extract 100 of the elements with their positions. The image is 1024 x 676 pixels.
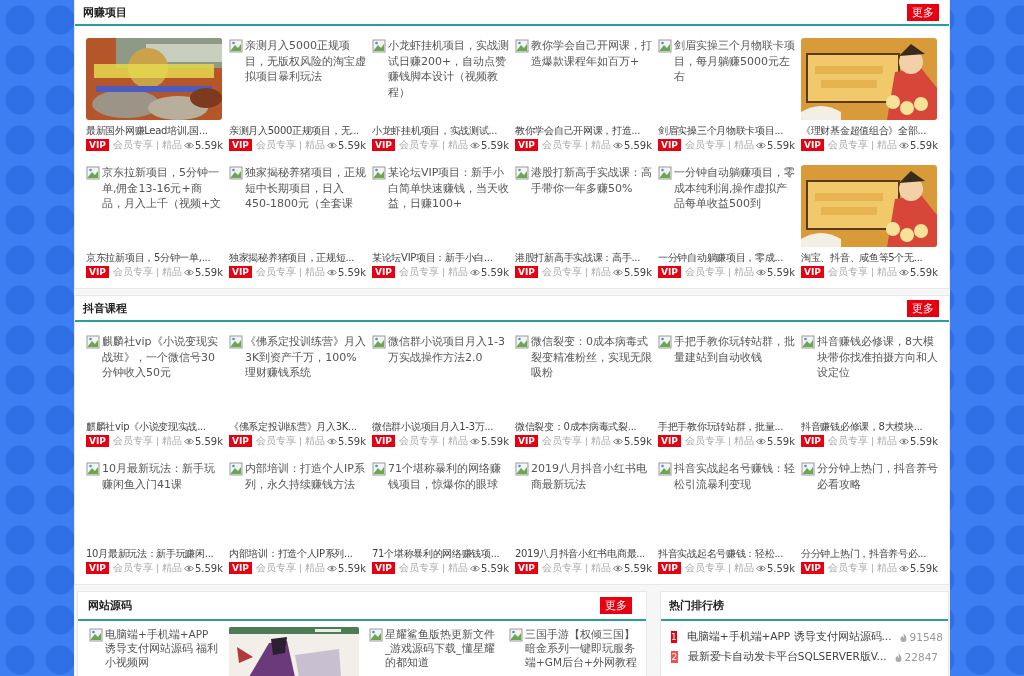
broken-image-icon xyxy=(86,166,100,180)
vip-badge: VIP xyxy=(86,266,109,278)
view-count: 5.59k xyxy=(909,435,938,447)
vip-badge: VIP xyxy=(515,435,538,447)
item-title[interactable]: 抖音赚钱必修课，8大模块... xyxy=(801,420,923,434)
item-tags: 会员专享 | 精品 xyxy=(827,138,898,152)
image-alt-text: 京东拉新项目，5分钟一单,佣金13-16元+商品，月入上千（视频+文 xyxy=(102,165,223,212)
section-title: 抖音课程 xyxy=(83,300,127,316)
broken-image-icon xyxy=(89,628,103,642)
eye-icon xyxy=(183,564,194,572)
item-title[interactable]: 71个堪称暴利的网络赚钱项... xyxy=(372,547,500,561)
view-count: 5.59k xyxy=(623,435,652,447)
item-title[interactable]: 微信群小说项目月入1-3万... xyxy=(372,420,494,434)
item-title[interactable]: 一分钟自动躺赚项目，零成... xyxy=(658,251,784,265)
vip-badge: VIP xyxy=(229,562,252,574)
broken-image-icon xyxy=(86,462,100,476)
vip-badge: VIP xyxy=(801,562,824,574)
more-button[interactable]: 更多 xyxy=(600,597,632,614)
item-title[interactable]: 2019八月抖音小红书电商最... xyxy=(515,547,645,561)
item-tags: 会员专享 | 精品 xyxy=(398,138,469,152)
vip-badge: VIP xyxy=(801,435,824,447)
item-title[interactable]: 内部培训：打造个人IP系列... xyxy=(229,547,353,561)
broken-image-icon xyxy=(801,335,815,349)
image-alt-text: 某论坛VIP项目：新手小白简单快速赚钱，当天收益，日赚100+ xyxy=(388,165,509,212)
item-tags: 会员专享 | 精品 xyxy=(255,138,326,152)
item-tags: 会员专享 | 精品 xyxy=(112,561,183,575)
item-tags: 会员专享 | 精品 xyxy=(684,265,755,279)
item-title[interactable]: 京东拉新项目，5分钟一单,... xyxy=(86,251,211,265)
broken-image-icon xyxy=(229,39,243,53)
image-alt-text: 内部培训：打造个人IP系列，永久持续赚钱方法 xyxy=(245,461,366,492)
item-title[interactable]: 最新国外网赚Lead培训,国... xyxy=(86,124,208,138)
image-alt-text: 2019八月抖音小红书电商最新玩法 xyxy=(531,461,648,492)
vip-badge: VIP xyxy=(515,139,538,151)
item-tags: 会员专享 | 精品 xyxy=(684,434,755,448)
image-alt-text: 抖音实战起名号赚钱：轻松引流暴利变现 xyxy=(674,461,795,492)
eye-icon xyxy=(612,437,623,445)
section-title: 热门排行榜 xyxy=(669,598,724,613)
vip-badge: VIP xyxy=(372,562,395,574)
eye-icon xyxy=(183,141,194,149)
item-title[interactable]: 《佛系定投训练营》月入3K... xyxy=(229,420,357,434)
vip-badge: VIP xyxy=(801,139,824,151)
image-alt-text: 分分钟上热门，抖音养号必看攻略 xyxy=(817,461,938,492)
vip-badge: VIP xyxy=(229,139,252,151)
item-title[interactable]: 剑眉实操三个月物联卡项目... xyxy=(658,124,784,138)
item-title[interactable]: 手把手教你玩转站群，批量... xyxy=(658,420,784,434)
item-title[interactable]: 分分钟上热门，抖音养号必... xyxy=(801,547,927,561)
item-tags: 会员专享 | 精品 xyxy=(398,434,469,448)
more-button[interactable]: 更多 xyxy=(907,299,939,317)
vip-badge: VIP xyxy=(515,562,538,574)
view-count: 5.59k xyxy=(909,562,938,574)
image-alt-text: 星耀鲨鱼版热更新文件_游戏源码下载_懂星耀的都知道 xyxy=(385,627,496,669)
broken-image-icon xyxy=(658,335,672,349)
item-tags: 会员专享 | 精品 xyxy=(684,138,755,152)
image-alt-text: 麒麟社vip《小说变现实战班》，一个微信号30分钟收入50元 xyxy=(102,334,219,381)
eye-icon xyxy=(612,268,623,276)
view-count: 5.59k xyxy=(337,139,366,151)
ranking-link[interactable]: 电脑端+手机端+APP 诱导支付网站源码... xyxy=(686,630,892,644)
view-count: 5.59k xyxy=(623,266,652,278)
item-tags: 会员专享 | 精品 xyxy=(398,561,469,575)
view-count: 5.59k xyxy=(909,266,938,278)
item-title[interactable]: 淘宝、抖音、咸鱼等5个无... xyxy=(801,251,923,265)
view-count: 5.59k xyxy=(194,435,223,447)
item-title[interactable]: 《理财基金超值组合》全部... xyxy=(801,124,927,138)
vip-badge: VIP xyxy=(86,139,109,151)
item-tags: 会员专享 | 精品 xyxy=(827,265,898,279)
item-title[interactable]: 麒麟社vip《小说变现实战... xyxy=(86,420,206,434)
item-title[interactable]: 小龙虾挂机项目，实战测试... xyxy=(372,124,498,138)
more-button[interactable]: 更多 xyxy=(907,3,939,21)
item-tags: 会员专享 | 精品 xyxy=(827,561,898,575)
broken-image-icon xyxy=(372,166,386,180)
image-alt-text: 《佛系定投训练营》月入3K到资产千万，100%理财赚钱系统 xyxy=(245,334,366,381)
item-title[interactable]: 某论坛VIP项目：新手小白... xyxy=(372,251,493,265)
item-title[interactable]: 抖音实战起名号赚钱：轻松... xyxy=(658,547,784,561)
view-count: 5.59k xyxy=(480,139,509,151)
image-alt-text: 71个堪称暴利的网络赚钱项目，惊爆你的眼球 xyxy=(388,461,502,492)
view-count: 5.59k xyxy=(337,562,366,574)
view-count: 5.59k xyxy=(766,435,795,447)
item-title[interactable]: 教你学会自己开网课，打造... xyxy=(515,124,641,138)
broken-image-icon xyxy=(86,335,100,349)
broken-image-icon xyxy=(515,335,529,349)
broken-image-icon xyxy=(515,462,529,476)
eye-icon xyxy=(612,564,623,572)
item-title[interactable]: 独家揭秘养猪项目，正规短... xyxy=(229,251,355,265)
broken-image-icon xyxy=(515,166,529,180)
eye-icon xyxy=(898,564,909,572)
item-title[interactable]: 10月最新玩法：新手玩赚闲... xyxy=(86,547,214,561)
item-title[interactable]: 亲测月入5000正规项目，无... xyxy=(229,124,359,138)
ranking-link[interactable]: 最新爱卡自动发卡平台SQLSERVER版V... xyxy=(687,650,887,664)
item-title[interactable]: 港股打新高手实战课：高手... xyxy=(515,251,641,265)
hot-count: 22847 xyxy=(904,651,938,663)
item-tags: 会员专享 | 精品 xyxy=(112,434,183,448)
image-alt-text: 独家揭秘养猪项目，正规短中长期项目，日入450-1800元（全套课 xyxy=(245,165,366,212)
broken-image-icon xyxy=(372,39,386,53)
broken-image-icon xyxy=(801,462,815,476)
eye-icon xyxy=(755,141,766,149)
view-count: 5.59k xyxy=(337,435,366,447)
vip-badge: VIP xyxy=(372,139,395,151)
image-alt-text: 亲测月入5000正规项目，无版权风险的淘宝虚拟项目暴利玩法 xyxy=(245,38,366,85)
item-title[interactable]: 微信裂变：0成本病毒式裂... xyxy=(515,420,637,434)
vip-badge: VIP xyxy=(372,266,395,278)
